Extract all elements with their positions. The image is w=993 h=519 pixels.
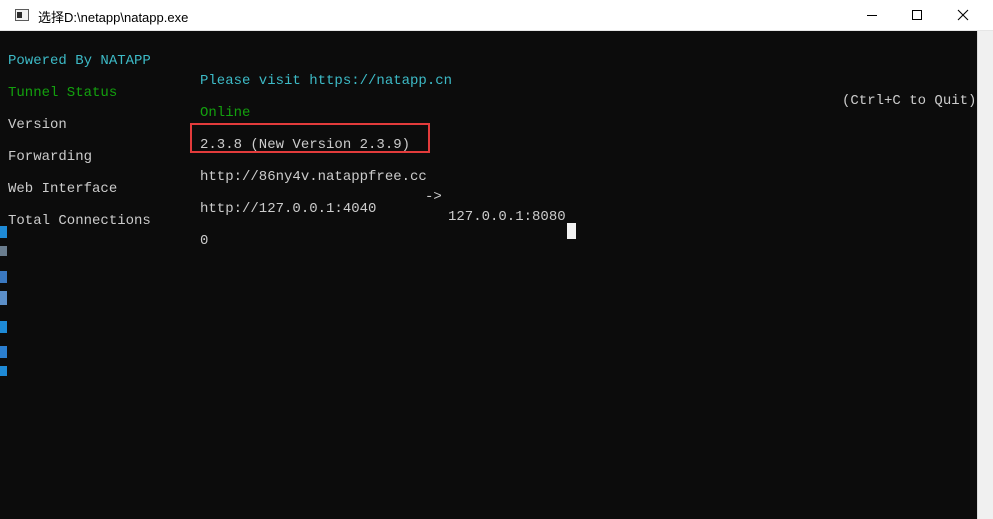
forwarding-line: Forwarding http://86ny4v.natappfree.cc -… bbox=[0, 127, 977, 225]
background-window-strip bbox=[0, 226, 7, 386]
title-bar[interactable]: 选择D:\netapp\natapp.exe bbox=[0, 0, 993, 31]
maximize-button[interactable] bbox=[894, 0, 940, 30]
console-app-icon bbox=[15, 9, 29, 21]
total-connections-line: Total Connections 0 bbox=[0, 191, 977, 249]
minimize-button[interactable] bbox=[849, 0, 895, 30]
text-cursor bbox=[567, 223, 576, 239]
console-output[interactable]: Powered By NATAPP Please visit https://n… bbox=[0, 31, 977, 519]
maximize-icon bbox=[912, 10, 922, 20]
total-connections-value: 0 bbox=[200, 233, 209, 249]
web-interface-line: Web Interface http://127.0.0.1:4040 bbox=[0, 159, 977, 217]
minimize-icon bbox=[867, 15, 877, 16]
version-line: Version 2.3.8 (New Version 2.3.9) bbox=[0, 95, 977, 153]
total-connections-label: Total Connections bbox=[8, 213, 151, 229]
window-title: 选择D:\netapp\natapp.exe bbox=[38, 10, 189, 25]
close-icon bbox=[957, 9, 969, 21]
forwarding-highlight-box bbox=[190, 123, 430, 153]
tunnel-status-line: Tunnel Status Online bbox=[0, 63, 977, 121]
vertical-scrollbar[interactable] bbox=[977, 31, 993, 519]
close-button[interactable] bbox=[940, 0, 986, 30]
console-window: 选择D:\netapp\natapp.exe Powered By NATAPP… bbox=[0, 0, 993, 519]
header-line: Powered By NATAPP Please visit https://n… bbox=[0, 31, 977, 109]
